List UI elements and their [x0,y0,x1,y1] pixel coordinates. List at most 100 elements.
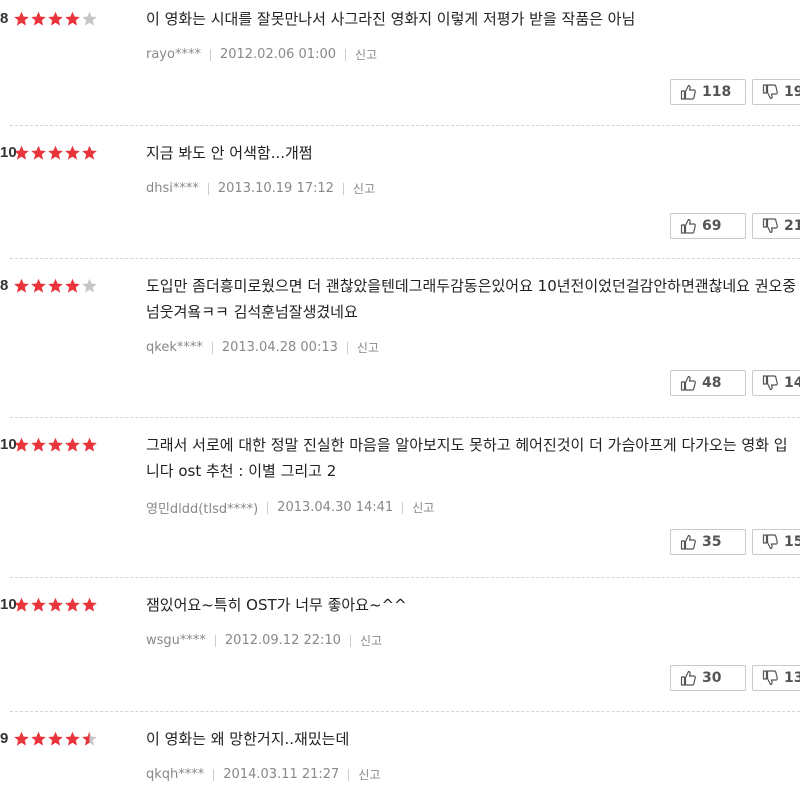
like-count: 69 [702,218,722,234]
dislike-count: 14 [784,375,800,391]
star-icon [64,597,81,613]
star-icon [13,731,30,747]
dislike-button[interactable]: 19 [752,79,800,105]
review-date: 2012.09.12 22:10 [224,633,341,648]
divider [214,634,216,647]
dislike-button[interactable]: 14 [752,370,800,396]
like-count: 30 [702,670,722,686]
divider [342,182,344,195]
review-author[interactable]: wsgu**** [146,633,206,648]
review-separator [10,125,800,126]
review-date: 2013.10.19 17:12 [217,181,334,196]
review-meta: wsgu**** 2012.09.12 22:10 신고 [146,632,382,649]
star-icon [13,278,30,294]
star-rating [13,275,98,297]
like-count: 35 [702,534,722,550]
divider [349,634,351,647]
star-rating [13,8,98,30]
review-date: 2013.04.30 14:41 [277,500,394,515]
review-text: 이 영화는 시대를 잘못만나서 사그라진 영화지 이렇게 저평가 받을 작품은 … [146,10,636,28]
report-link[interactable]: 신고 [353,180,375,197]
thumbs-up-icon [671,218,702,234]
review-meta: 영민dldd(tlsd****) 2013.04.30 14:41 신고 [146,498,434,517]
review-text: 지금 봐도 안 어색함...개쩜 [146,144,313,162]
star-icon [64,11,81,27]
star-icon [81,11,98,27]
like-button[interactable]: 35 [670,529,746,555]
dislike-count: 13 [784,670,800,686]
review-author[interactable]: dhsi**** [146,181,199,196]
star-icon [81,145,98,161]
review-meta: rayo**** 2012.02.06 01:00 신고 [146,46,377,63]
review-text: 그래서 서로에 대한 정말 진실한 마음을 알아보지도 못하고 헤어진것이 더 … [146,436,788,480]
dislike-button[interactable]: 13 [752,665,800,691]
star-icon [30,11,47,27]
thumbs-down-icon [753,670,784,686]
review-author[interactable]: rayo**** [146,47,201,62]
thumbs-down-icon [753,375,784,391]
review-separator [10,577,800,578]
divider [402,501,404,514]
report-link[interactable]: 신고 [357,339,379,356]
review-date: 2014.03.11 21:27 [223,767,340,782]
star-icon [47,597,64,613]
report-link[interactable]: 신고 [360,632,382,649]
like-button[interactable]: 30 [670,665,746,691]
review-date: 2013.04.28 00:13 [221,340,338,355]
rating-score: 8 [0,277,9,294]
thumbs-up-icon [671,670,702,686]
thumbs-down-icon [753,84,784,100]
like-button[interactable]: 69 [670,213,746,239]
thumbs-up-icon [671,534,702,550]
thumbs-up-icon [671,375,702,391]
divider [267,501,269,514]
star-icon [81,731,98,747]
divider [207,182,209,195]
star-rating [13,728,98,750]
review-separator [10,258,800,259]
divider [346,341,348,354]
thumbs-down-icon [753,534,784,550]
thumbs-up-icon [671,84,702,100]
review-text: 잼있어요~특히 OST가 너무 좋아요~^^ [146,596,407,614]
star-icon [30,731,47,747]
report-link[interactable]: 신고 [412,499,434,516]
report-link[interactable]: 신고 [355,46,377,63]
star-icon [47,278,64,294]
review-meta: qkqh**** 2014.03.11 21:27 신고 [146,766,380,783]
star-rating [13,594,98,616]
dislike-button[interactable]: 21 [752,213,800,239]
like-button[interactable]: 118 [670,79,746,105]
star-icon [30,145,47,161]
rating-score: 10 [0,596,17,613]
report-link[interactable]: 신고 [358,766,380,783]
divider [209,48,211,61]
review-text: 도입만 좀더흥미로웠으면 더 괜찮았을텐데그래두감동은있어요 10년전이었던걸감… [146,277,797,321]
star-rating [13,142,98,164]
dislike-button[interactable]: 15 [752,529,800,555]
star-icon [64,145,81,161]
star-icon [81,437,98,453]
like-count: 118 [702,84,732,100]
review-meta: dhsi**** 2013.10.19 17:12 신고 [146,180,375,197]
star-icon [47,11,64,27]
rating-score: 9 [0,730,9,747]
star-icon [81,278,98,294]
rating-score: 8 [0,10,9,27]
like-count: 48 [702,375,722,391]
dislike-count: 19 [784,84,800,100]
star-icon [47,145,64,161]
star-icon [30,597,47,613]
review-author[interactable]: qkqh**** [146,767,204,782]
review-date: 2012.02.06 01:00 [219,47,336,62]
star-icon [81,597,98,613]
review-separator [10,711,800,712]
divider [213,768,215,781]
rating-score: 10 [0,436,17,453]
like-button[interactable]: 48 [670,370,746,396]
divider [348,768,350,781]
star-icon [13,11,30,27]
review-author[interactable]: qkek**** [146,340,203,355]
rating-score: 10 [0,144,17,161]
review-author[interactable]: 영민dldd(tlsd****) [146,498,258,517]
